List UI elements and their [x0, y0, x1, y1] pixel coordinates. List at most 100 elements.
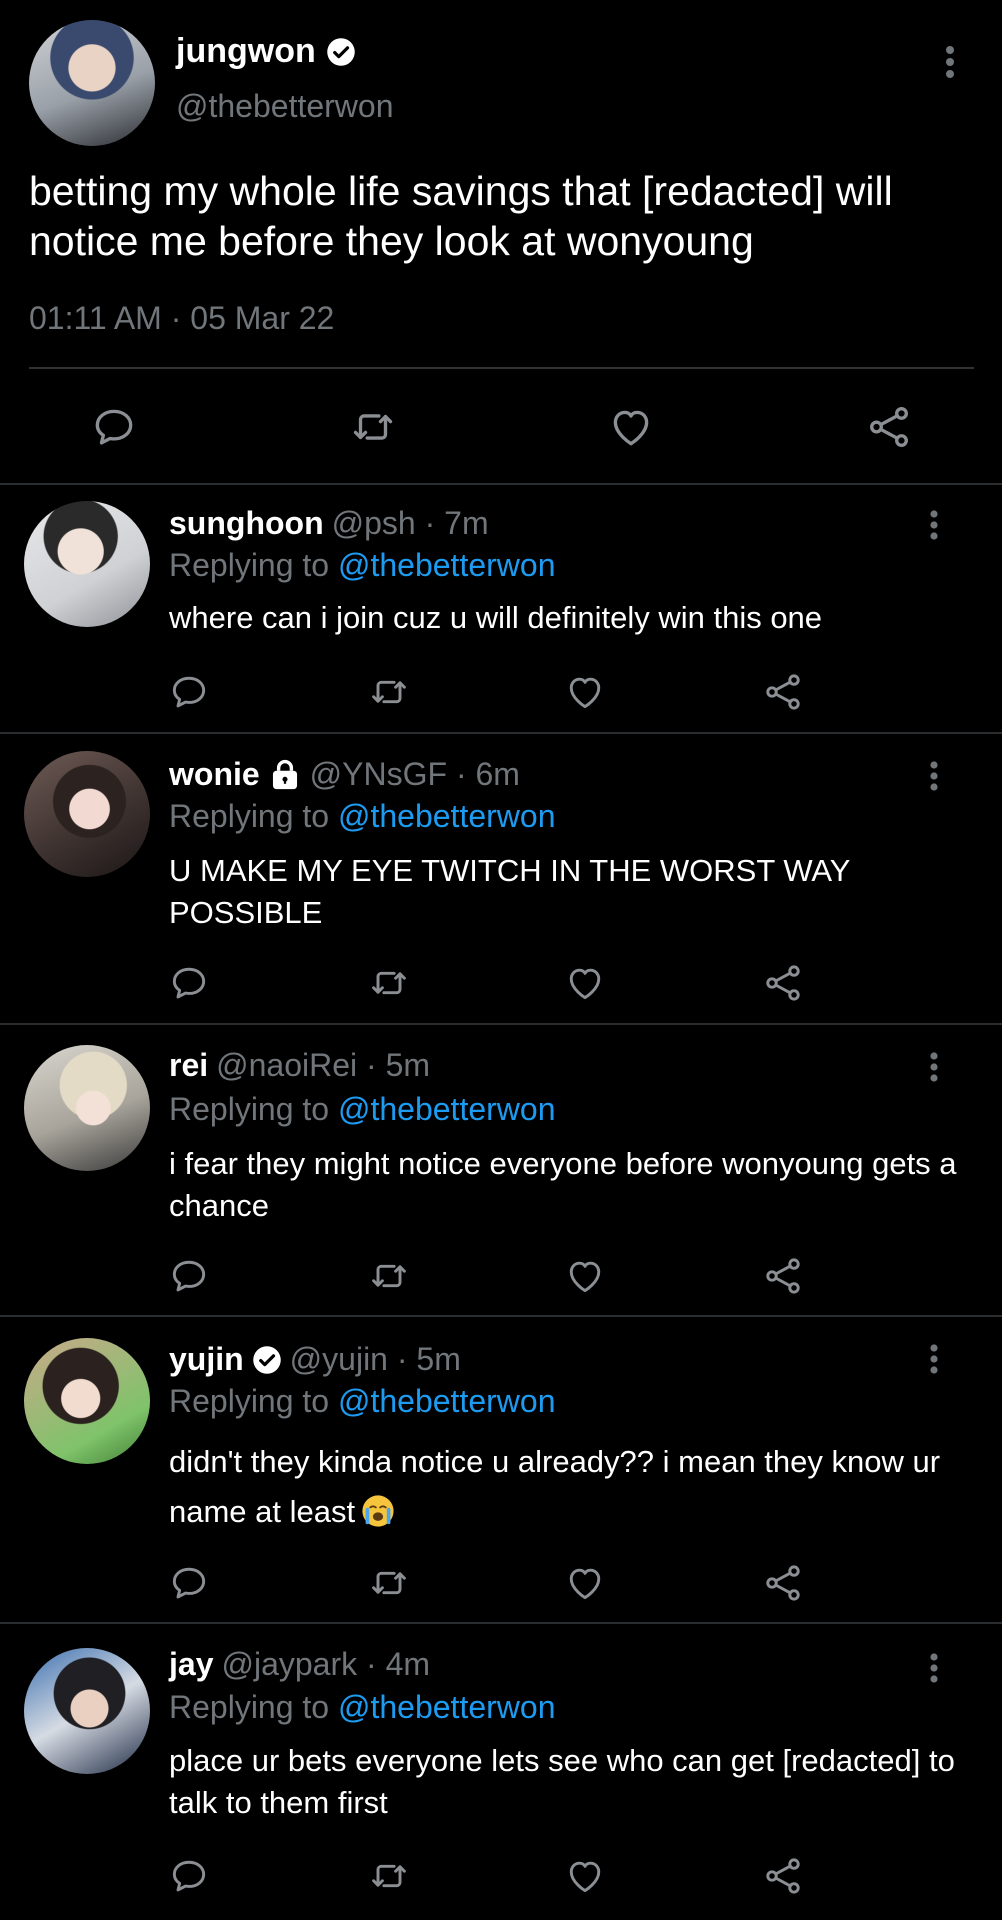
like-icon	[569, 1568, 601, 1600]
reply-tweet[interactable]: yujin @yujin · 5m Replying to @thebetter…	[0, 1319, 1002, 1624]
share-button[interactable]	[760, 1560, 806, 1606]
reply-button[interactable]	[166, 1253, 212, 1299]
author-name[interactable]: sunghoon	[169, 505, 324, 542]
share-icon	[766, 965, 800, 1001]
retweet-icon	[372, 680, 406, 704]
reply-button[interactable]	[166, 1853, 212, 1899]
like-button[interactable]	[562, 669, 608, 715]
share-button[interactable]	[760, 960, 806, 1006]
replying-prefix: Replying to	[169, 798, 338, 834]
reply-button[interactable]	[166, 1560, 212, 1606]
avatar[interactable]	[24, 751, 150, 877]
more-options-button[interactable]	[924, 1341, 944, 1377]
more-options-button[interactable]	[924, 758, 944, 794]
share-button[interactable]	[760, 1253, 806, 1299]
reply-icon	[172, 1260, 206, 1292]
replying-prefix: Replying to	[169, 1689, 338, 1725]
author-name[interactable]: jungwon	[176, 32, 316, 71]
author-name[interactable]: rei	[169, 1047, 208, 1084]
reply-icon	[172, 1567, 206, 1599]
like-icon	[569, 677, 601, 709]
share-icon	[766, 1565, 800, 1601]
retweet-button[interactable]	[366, 669, 412, 715]
more-options-button[interactable]	[924, 1650, 944, 1686]
author-name[interactable]: wonie	[169, 756, 260, 793]
share-button[interactable]	[760, 1853, 806, 1899]
reply-actions	[0, 1560, 1002, 1606]
reply-icon	[172, 967, 206, 999]
like-icon	[569, 1861, 601, 1893]
replying-to: Replying to @thebetterwon	[169, 1091, 555, 1128]
author-name[interactable]: yujin	[169, 1341, 244, 1378]
author-meta: @jaypark · 4m	[221, 1646, 431, 1682]
author-meta: @psh · 7m	[331, 505, 489, 541]
reply-tweet[interactable]: jay @jaypark · 4m Replying to @thebetter…	[0, 1626, 1002, 1920]
retweet-icon	[372, 1864, 406, 1888]
avatar[interactable]	[24, 1338, 150, 1464]
more-options-button[interactable]	[940, 42, 960, 82]
retweet-icon	[372, 1264, 406, 1288]
replying-prefix: Replying to	[169, 1091, 338, 1127]
verified-icon	[252, 1345, 281, 1374]
share-icon	[766, 1258, 800, 1294]
more-options-button[interactable]	[924, 1049, 944, 1085]
more-icon	[930, 510, 938, 540]
reply-actions	[0, 960, 1002, 1006]
retweet-button[interactable]	[366, 1560, 412, 1606]
share-button[interactable]	[862, 400, 916, 454]
like-button[interactable]	[604, 400, 658, 454]
author-name[interactable]: jay	[169, 1646, 213, 1683]
avatar[interactable]	[24, 1648, 150, 1774]
retweet-button[interactable]	[366, 960, 412, 1006]
reply-text: i fear they might notice everyone before…	[169, 1146, 957, 1223]
reply-header: yujin @yujin · 5m	[169, 1341, 461, 1378]
more-icon	[930, 1052, 938, 1082]
more-options-button[interactable]	[924, 507, 944, 543]
more-icon	[930, 761, 938, 791]
retweet-button[interactable]	[366, 1253, 412, 1299]
tweet-text: betting my whole life savings that [reda…	[29, 168, 893, 264]
mention-link[interactable]: @thebetterwon	[338, 798, 556, 834]
like-button[interactable]	[562, 1253, 608, 1299]
reply-button[interactable]	[87, 400, 141, 454]
reply-tweet[interactable]: rei @naoiRei · 5m Replying to @thebetter…	[0, 1027, 1002, 1317]
replying-prefix: Replying to	[169, 1383, 338, 1419]
avatar[interactable]	[29, 20, 155, 146]
divider	[29, 367, 974, 369]
author-meta: @yujin · 5m	[289, 1341, 461, 1377]
verified-icon	[327, 37, 355, 66]
crying-emoji	[362, 1495, 394, 1527]
mention-link[interactable]: @thebetterwon	[338, 1689, 556, 1725]
replying-prefix: Replying to	[169, 547, 338, 583]
replying-to: Replying to @thebetterwon	[169, 1383, 555, 1420]
mention-link[interactable]: @thebetterwon	[338, 1383, 556, 1419]
retweet-button[interactable]	[366, 1853, 412, 1899]
like-icon	[569, 968, 601, 1000]
retweet-icon	[353, 414, 393, 440]
like-button[interactable]	[562, 960, 608, 1006]
avatar[interactable]	[24, 1045, 150, 1171]
reply-button[interactable]	[166, 960, 212, 1006]
reply-header: wonie @YNsGF · 6m	[169, 756, 520, 793]
retweet-button[interactable]	[346, 400, 400, 454]
like-button[interactable]	[562, 1560, 608, 1606]
retweet-icon	[372, 1571, 406, 1595]
reply-icon	[95, 409, 133, 445]
avatar[interactable]	[24, 501, 150, 627]
author-handle[interactable]: @thebetterwon	[176, 88, 394, 125]
reply-tweet[interactable]: wonie @YNsGF · 6m Replying to @thebetter…	[0, 736, 1002, 1025]
reply-text: place ur bets everyone lets see who can …	[169, 1743, 955, 1820]
mention-link[interactable]: @thebetterwon	[338, 547, 556, 583]
reply-tweet[interactable]: sunghoon @psh · 7m Replying to @thebette…	[0, 487, 1002, 734]
reply-header: sunghoon @psh · 7m	[169, 505, 489, 542]
mention-link[interactable]: @thebetterwon	[338, 1091, 556, 1127]
author-meta: @YNsGF · 6m	[309, 756, 520, 792]
share-icon	[766, 674, 800, 710]
reply-button[interactable]	[166, 669, 212, 715]
share-button[interactable]	[760, 669, 806, 715]
reply-icon	[172, 1860, 206, 1892]
main-tweet: jungwon @thebetterwon betting my whole l…	[0, 0, 1002, 485]
reply-text-content: didn't they kinda notice u already?? i m…	[169, 1444, 941, 1529]
like-button[interactable]	[562, 1853, 608, 1899]
replying-to: Replying to @thebetterwon	[169, 798, 555, 835]
